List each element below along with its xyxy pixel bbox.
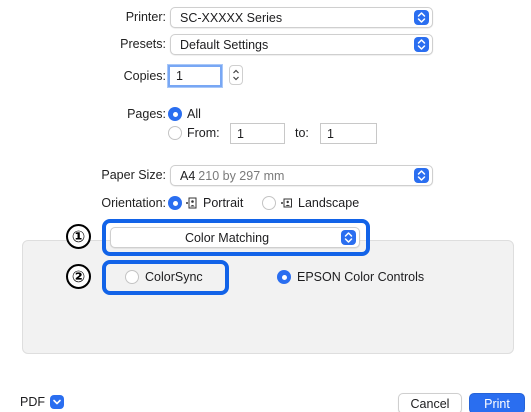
orientation-landscape-label: Landscape [298, 196, 360, 210]
chevron-down-icon [50, 395, 64, 409]
paper-size-label: Paper Size: [101, 168, 166, 182]
copies-label: Copies: [123, 69, 166, 83]
pages-from-radio[interactable] [168, 126, 182, 140]
presets-value: Default Settings [180, 37, 269, 52]
pages-label: Pages: [127, 107, 166, 121]
orientation-portrait-label: Portrait [203, 196, 244, 210]
pdf-menu-button[interactable]: PDF [20, 392, 64, 412]
orientation-landscape-radio[interactable] [262, 196, 276, 210]
callout-highlight-colorsync [102, 260, 229, 295]
paper-size-popup[interactable]: A4 210 by 297 mm [170, 165, 433, 186]
printer-popup[interactable]: SC-XXXXX Series [170, 7, 433, 28]
paper-size-detail: 210 by 297 mm [198, 168, 285, 183]
callout-badge-2: ② [66, 264, 91, 289]
pdf-label: PDF [20, 395, 45, 409]
printer-label: Printer: [125, 10, 166, 24]
paper-size-value: A4 210 by 297 mm [180, 169, 284, 183]
orientation-label: Orientation: [101, 196, 166, 210]
paper-size-name: A4 [180, 168, 196, 183]
cancel-button[interactable]: Cancel [398, 393, 462, 412]
pages-to-field[interactable]: 1 [320, 123, 377, 144]
presets-popup[interactable]: Default Settings [170, 34, 433, 55]
pages-all-radio[interactable] [168, 107, 182, 121]
orientation-portrait-radio[interactable] [168, 196, 182, 210]
epson-color-controls-label: EPSON Color Controls [297, 270, 425, 284]
printer-value: SC-XXXXX Series [180, 10, 283, 25]
portrait-orientation-icon [186, 197, 197, 209]
print-button[interactable]: Print [469, 393, 525, 412]
copies-value: 1 [176, 69, 183, 83]
presets-label: Presets: [120, 37, 166, 51]
callout-badge-1: ① [66, 224, 91, 249]
epson-color-controls-radio[interactable] [277, 270, 291, 284]
pages-all-label: All [187, 107, 201, 121]
pages-from-label: From: [187, 126, 220, 140]
callout-highlight-section-popup [102, 219, 370, 256]
updown-arrows-icon [414, 37, 429, 52]
copies-field[interactable]: 1 [168, 65, 222, 87]
pages-to-label: to: [295, 126, 309, 140]
updown-arrows-icon [414, 168, 429, 183]
landscape-orientation-icon [281, 198, 292, 208]
pages-from-value: 1 [237, 126, 244, 141]
pages-to-value: 1 [327, 126, 334, 141]
copies-stepper[interactable] [229, 65, 243, 85]
pages-from-field[interactable]: 1 [230, 123, 285, 144]
stepper-arrows-icon [233, 69, 239, 81]
updown-arrows-icon [414, 10, 429, 25]
settings-group-box [22, 240, 514, 354]
